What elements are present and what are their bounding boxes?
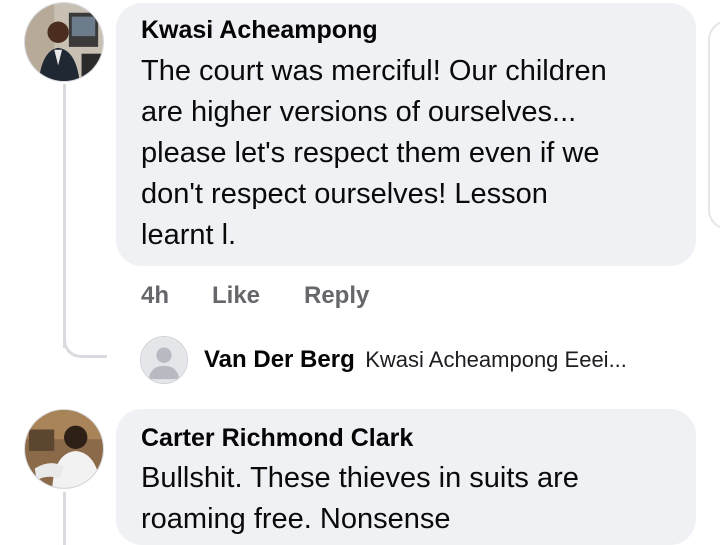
thread-line <box>63 84 66 348</box>
adjacent-panel-edge <box>708 20 720 230</box>
comment-line: please let's respect them even if we <box>141 137 600 169</box>
comment-line: don't respect ourselves! Lesson <box>141 178 548 210</box>
profile-photo-icon <box>25 410 103 488</box>
reply-button[interactable]: Reply <box>304 282 369 310</box>
comment-body: Bullshit. These thieves in suits are roa… <box>141 458 686 540</box>
thread-line-2 <box>63 492 66 545</box>
comment-line: are higher versions of ourselves... <box>141 96 577 128</box>
reply-avatar[interactable] <box>140 336 188 384</box>
like-button[interactable]: Like <box>212 282 260 310</box>
comment-line: The court was merciful! Our children <box>141 55 607 87</box>
avatar[interactable] <box>24 2 104 82</box>
default-user-icon <box>141 337 187 383</box>
comment-author[interactable]: Kwasi Acheampong <box>141 16 378 45</box>
comment-body: The court was merciful! Our children are… <box>141 51 686 256</box>
profile-photo-icon <box>25 3 103 81</box>
reply-preview[interactable]: Van Der Berg Kwasi Acheampong Eeei... <box>204 346 627 374</box>
comment-timestamp[interactable]: 4h <box>141 282 169 310</box>
reply-snippet: Kwasi Acheampong Eeei... <box>365 347 627 372</box>
avatar[interactable] <box>24 409 104 489</box>
comment-line: roaming free. Nonsense <box>141 503 451 535</box>
thread-line-curve <box>63 330 107 358</box>
comment-line: learnt l. <box>141 219 237 251</box>
comment-line: Bullshit. These thieves in suits are <box>141 462 579 494</box>
comment-author[interactable]: Carter Richmond Clark <box>141 424 413 453</box>
reply-author[interactable]: Van Der Berg <box>204 346 355 373</box>
